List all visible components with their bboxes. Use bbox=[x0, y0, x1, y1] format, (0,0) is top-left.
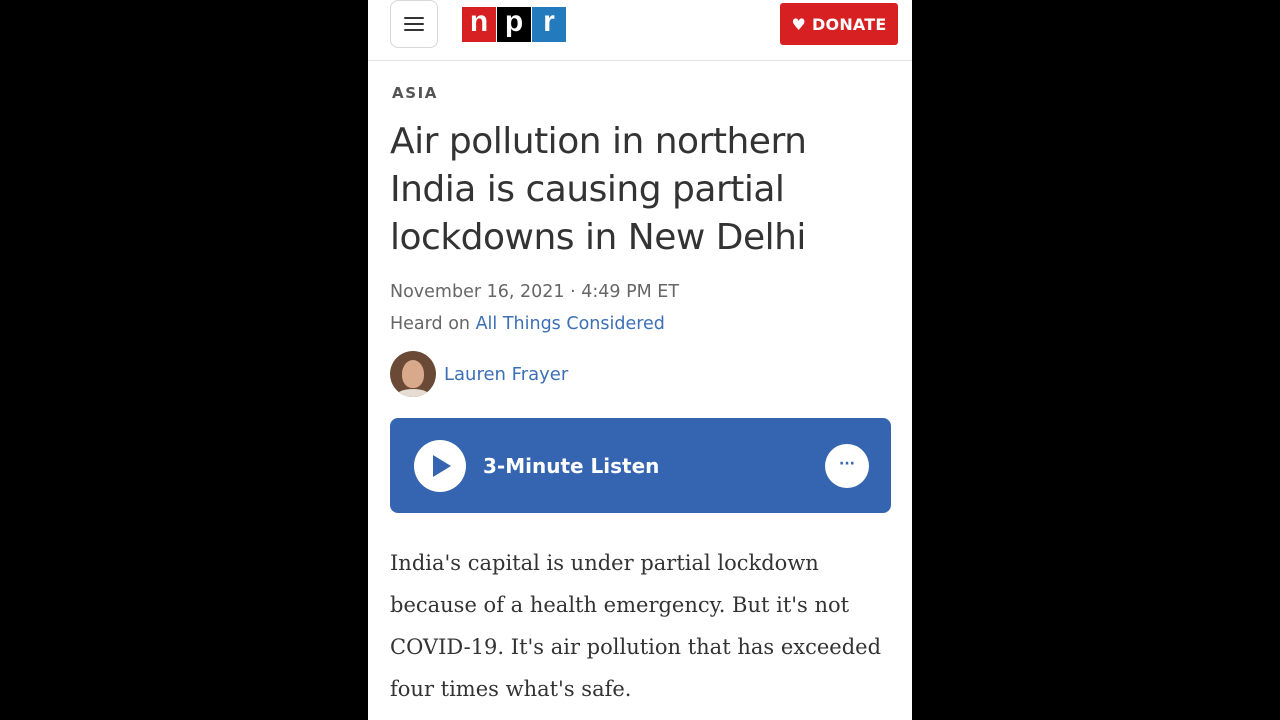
play-button[interactable] bbox=[414, 440, 466, 492]
logo-letter-n: n bbox=[462, 7, 496, 42]
phone-screen: n p r ♥ DONATE ASIA Air pollution in nor… bbox=[368, 0, 912, 720]
donate-button[interactable]: ♥ DONATE bbox=[780, 3, 898, 45]
menu-button[interactable] bbox=[390, 0, 438, 48]
article-headline: Air pollution in northern India is causi… bbox=[390, 121, 807, 258]
top-navigation-bar: n p r ♥ DONATE bbox=[368, 0, 912, 61]
donate-label: DONATE bbox=[812, 14, 887, 34]
section-label[interactable]: ASIA bbox=[392, 84, 438, 102]
npr-logo[interactable]: n p r bbox=[462, 7, 567, 42]
heard-on-line: Heard on All Things Considered bbox=[390, 314, 665, 334]
hamburger-icon bbox=[404, 17, 424, 31]
program-link[interactable]: All Things Considered bbox=[476, 314, 665, 334]
author-link[interactable]: Lauren Frayer bbox=[444, 364, 568, 385]
listen-duration-label[interactable]: 3-Minute Listen bbox=[483, 454, 659, 478]
heard-on-prefix: Heard on bbox=[390, 314, 476, 334]
audio-player: 3-Minute Listen ··· bbox=[390, 418, 891, 513]
heart-icon: ♥ bbox=[791, 14, 807, 34]
article-body-paragraph: India's capital is under partial lockdow… bbox=[390, 551, 882, 701]
author-byline: Lauren Frayer bbox=[390, 350, 568, 398]
more-options-button[interactable]: ··· bbox=[825, 444, 869, 488]
author-avatar[interactable] bbox=[390, 351, 436, 397]
logo-letter-p: p bbox=[497, 7, 531, 42]
logo-letter-r: r bbox=[532, 7, 566, 42]
article-dateline: November 16, 2021 · 4:49 PM ET bbox=[390, 282, 680, 302]
